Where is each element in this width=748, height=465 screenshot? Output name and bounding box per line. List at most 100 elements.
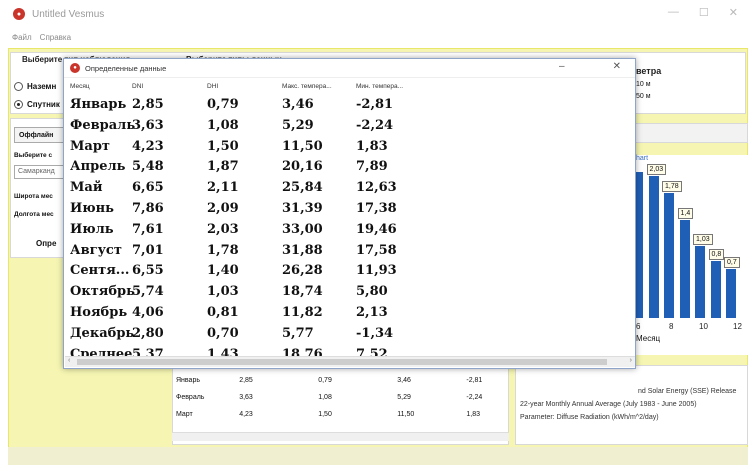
menu-file[interactable]: Файл — [12, 33, 32, 42]
dhi-cell: 2,09 — [207, 201, 239, 216]
dni-cell: 4,23 — [239, 411, 253, 418]
tmin-cell: -1,34 — [356, 325, 394, 341]
tmax-cell: 3,46 — [397, 377, 411, 384]
dhi-cell: 0,79 — [318, 377, 332, 384]
month-cell: Апрель — [70, 159, 126, 175]
dialog-minimize-icon[interactable]: – — [559, 61, 565, 72]
tmin-cell: 1,83 — [466, 411, 480, 418]
chart-bar — [726, 269, 736, 318]
tmin-cell: -2,24 — [466, 394, 483, 401]
month-cell: Март — [70, 138, 110, 154]
scroll-left-icon[interactable]: ‹ — [68, 357, 70, 364]
tmin-cell: 11,93 — [356, 263, 397, 279]
col-header-dhi[interactable]: DHI — [207, 83, 218, 90]
tmax-cell: 3,46 — [282, 97, 314, 112]
data-grid: Месяц DNI DHI Макс. темпера... Мин. темп… — [64, 79, 635, 362]
month-cell: Февраль — [176, 394, 205, 401]
tmin-cell: -2,24 — [356, 117, 394, 133]
tmax-cell: 20,16 — [282, 159, 323, 175]
main-titlebar: ● Untitled Vesmus — ☐ ✕ — [0, 0, 748, 28]
chart-bar — [695, 245, 705, 318]
dni-cell: 3,63 — [132, 117, 164, 133]
chart-info-3: Parameter: Diffuse Radiation (kWh/m^2/da… — [520, 414, 659, 421]
data-label: 0,7 — [724, 257, 740, 268]
tmin-cell: 2,13 — [356, 305, 388, 320]
bottom-strip — [8, 447, 748, 465]
close-icon[interactable]: ✕ — [729, 6, 738, 19]
dialog-hscrollbar[interactable]: ‹ › — [65, 356, 635, 367]
x-tick-10: 10 — [699, 322, 708, 331]
chart-bar — [648, 175, 659, 318]
chart-info-1: nd Solar Energy (SSE) Release — [638, 388, 737, 395]
month-cell: Ноябрь — [70, 305, 128, 320]
longitude-label: Долгота мес — [14, 211, 54, 218]
x-tick-8: 8 — [669, 322, 674, 331]
chart-tabbar — [628, 123, 748, 143]
month-cell: Январь — [70, 97, 127, 112]
dni-cell: 2,85 — [132, 97, 164, 112]
bottom-table-scrollbar[interactable] — [172, 432, 509, 441]
scroll-right-icon[interactable]: › — [630, 357, 632, 364]
x-axis-label: Месяц — [636, 334, 661, 343]
chart-info-2: 22-year Monthly Annual Average (July 198… — [520, 401, 697, 408]
dhi-cell: 1,50 — [318, 411, 332, 418]
radio-ground-label: Наземн — [27, 82, 57, 91]
tmax-cell: 26,28 — [282, 263, 323, 279]
tmin-cell: 1,83 — [356, 138, 388, 154]
determined-data-dialog: ● Определенные данные – ✕ Месяц DNI DHI … — [63, 58, 636, 369]
dialog-titlebar: ● Определенные данные – ✕ — [64, 59, 635, 78]
dialog-close-icon[interactable]: ✕ — [613, 61, 621, 72]
tmin-cell: 5,80 — [356, 284, 388, 300]
data-label: 1,4 — [677, 208, 694, 219]
tmax-cell: 25,84 — [282, 180, 323, 196]
month-cell: Июль — [70, 221, 114, 237]
chart-bar — [679, 220, 690, 318]
col-header-tmax[interactable]: Макс. темпера... — [282, 83, 332, 90]
dhi-cell: 1,03 — [207, 284, 239, 300]
month-cell: Январь — [176, 377, 200, 384]
dhi-cell: 1,08 — [207, 117, 239, 133]
minimize-icon[interactable]: — — [668, 6, 679, 19]
data-label: 2,03 — [646, 163, 667, 175]
tmax-cell: 5,77 — [282, 325, 314, 341]
month-cell: Май — [70, 180, 103, 196]
wind-50m-option[interactable]: 50 м — [636, 93, 651, 100]
dni-cell: 3,63 — [239, 394, 253, 401]
month-cell: Март — [176, 411, 193, 418]
dhi-cell: 1,87 — [207, 159, 239, 175]
latitude-label: Широта мес — [14, 193, 53, 200]
month-cell: Июнь — [70, 201, 114, 216]
data-label: 0,8 — [708, 249, 725, 261]
dialog-controls: – ✕ — [559, 61, 621, 72]
dni-cell: 5,74 — [132, 284, 164, 300]
dhi-cell: 2,11 — [207, 180, 239, 196]
scroll-thumb[interactable] — [77, 359, 607, 365]
col-header-dni[interactable]: DNI — [132, 83, 143, 90]
tmin-cell: 17,38 — [356, 201, 397, 216]
table-row: Март 4,23 1,50 11,50 1,83 — [176, 411, 496, 418]
tmin-cell: -2,81 — [356, 97, 394, 112]
radio-satellite[interactable]: Спутник — [14, 100, 60, 109]
col-header-month[interactable]: Месяц — [70, 83, 90, 90]
col-header-tmin[interactable]: Мин. темпера... — [356, 83, 403, 90]
radio-ground[interactable]: Наземн — [14, 82, 56, 91]
chart-title: hart — [636, 155, 649, 162]
menubar: Файл Справка — [0, 28, 748, 46]
menu-help[interactable]: Справка — [40, 33, 71, 42]
month-cell: Декабрь — [70, 325, 135, 341]
x-tick-12: 12 — [733, 322, 742, 331]
month-cell: Август — [70, 242, 122, 258]
window-controls: — ☐ ✕ — [668, 6, 738, 19]
x-tick-6: 6 — [636, 322, 641, 331]
month-cell: Февраль — [70, 117, 136, 133]
radio-ground-circle[interactable] — [14, 82, 23, 91]
maximize-icon[interactable]: ☐ — [699, 6, 709, 19]
tmax-cell: 11,50 — [282, 138, 323, 154]
dni-cell: 6,65 — [132, 180, 164, 196]
tmin-cell: 17,58 — [356, 242, 397, 258]
dni-cell: 6,55 — [132, 263, 164, 279]
radio-satellite-circle[interactable] — [14, 100, 23, 109]
select-city-label: Выберите с — [14, 152, 53, 159]
tmax-cell: 11,50 — [397, 411, 415, 418]
wind-10m-option[interactable]: 10 м — [636, 81, 651, 88]
